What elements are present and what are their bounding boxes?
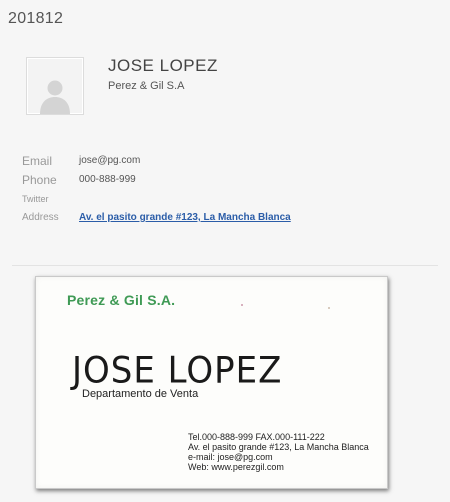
card-speck [328,307,330,309]
email-value[interactable]: jose@pg.com [79,155,140,166]
contact-company: Perez & Gil S.A [108,80,185,92]
address-label: Address [22,212,59,223]
phone-row: Phone 000-888-999 [22,173,432,192]
twitter-label: Twitter [22,194,49,204]
contact-header: JOSE LOPEZ Perez & Gil S.A [26,52,436,122]
divider [12,265,438,266]
phone-value[interactable]: 000-888-999 [79,174,136,185]
card-contact-info: Tel.000-888-999 FAX.000-111-222 Av. el p… [188,432,369,472]
address-link[interactable]: Av. el pasito grande #123, La Mancha Bla… [79,212,291,223]
contact-name: JOSE LOPEZ [108,56,218,75]
card-company: Perez & Gil S.A. [67,292,176,308]
contact-details: Email jose@pg.com Phone 000-888-999 Twit… [22,154,432,230]
email-label: Email [22,154,53,168]
business-card-image[interactable]: Perez & Gil S.A. JOSE LOPEZ Departamento… [35,276,388,489]
address-row: Address Av. el pasito grande #123, La Ma… [22,211,432,230]
card-department: Departamento de Venta [82,388,199,400]
card-web: Web: www.perezgil.com [188,462,284,472]
card-speck [241,304,243,306]
avatar[interactable] [26,57,84,115]
phone-label: Phone [22,173,57,187]
twitter-row: Twitter [22,192,432,211]
email-row: Email jose@pg.com [22,154,432,173]
person-silhouette-icon [40,80,70,114]
card-tel-fax: Tel.000-888-999 FAX.000-111-222 [188,432,325,442]
card-address: Av. el pasito grande #123, La Mancha Bla… [188,442,369,452]
page-title: 201812 [8,10,64,27]
card-email: e-mail: jose@pg.com [188,452,273,462]
card-name: JOSE LOPEZ [72,349,283,393]
